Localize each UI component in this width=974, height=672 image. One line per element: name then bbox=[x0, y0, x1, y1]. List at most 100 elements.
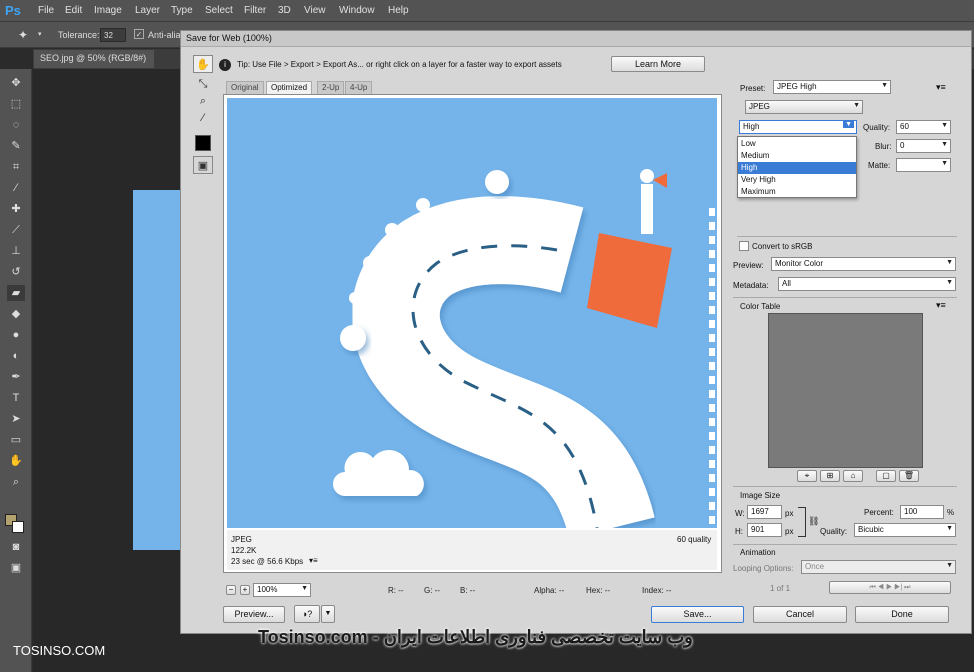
map-color-icon[interactable]: ⌖ bbox=[797, 470, 817, 482]
canvas-image-edge bbox=[133, 190, 183, 550]
format-select[interactable]: JPEG ▼ bbox=[745, 100, 863, 114]
menu-filter[interactable]: Filter bbox=[244, 5, 266, 16]
magic-wand-icon[interactable]: ✦ bbox=[18, 28, 28, 42]
divider bbox=[733, 486, 957, 487]
zoom-icon[interactable]: ⌕ bbox=[193, 92, 213, 110]
done-button[interactable]: Done bbox=[855, 606, 949, 623]
resample-select[interactable]: Bicubic ▼ bbox=[854, 523, 956, 537]
menu-type[interactable]: Type bbox=[171, 5, 193, 16]
eraser-tool-icon[interactable]: ▰ bbox=[7, 285, 25, 301]
document-tab[interactable]: SEO.jpg @ 50% (RGB/8#) bbox=[34, 50, 154, 68]
menu-layer[interactable]: Layer bbox=[135, 5, 160, 16]
toggle-slices-icon[interactable]: ▣ bbox=[193, 156, 213, 174]
preset-menu-icon[interactable]: ▾≡ bbox=[936, 82, 946, 93]
menu-3d[interactable]: 3D bbox=[278, 5, 291, 16]
lasso-tool-icon[interactable]: ◌ bbox=[7, 117, 25, 133]
preset-select[interactable]: JPEG High ▼ bbox=[773, 80, 891, 94]
blur-tool-icon[interactable]: ● bbox=[7, 327, 25, 343]
save-button[interactable]: Save... bbox=[651, 606, 744, 623]
path-select-icon[interactable]: ➤ bbox=[7, 411, 25, 427]
screen-mode-icon[interactable]: ▣ bbox=[7, 560, 25, 576]
eyedropper-icon[interactable]: ⁄ bbox=[193, 109, 213, 127]
browser-dropdown-icon[interactable]: ▼ bbox=[321, 605, 335, 623]
shape-tool-icon[interactable]: ▭ bbox=[7, 432, 25, 448]
move-tool-icon[interactable]: ✥ bbox=[7, 75, 25, 91]
healing-tool-icon[interactable]: ✚ bbox=[7, 201, 25, 217]
quick-select-tool-icon[interactable]: ✎ bbox=[7, 138, 25, 154]
hand-tool-icon[interactable]: ✋ bbox=[7, 453, 25, 469]
hand-icon[interactable]: ✋ bbox=[193, 55, 213, 73]
menu-window[interactable]: Window bbox=[339, 5, 375, 16]
preview-label: Preview: bbox=[733, 261, 764, 270]
info-quality: 60 quality bbox=[677, 535, 712, 544]
type-tool-icon[interactable]: T bbox=[7, 390, 25, 406]
metadata-select[interactable]: All ▼ bbox=[778, 277, 956, 291]
color-table-menu-icon[interactable]: ▾≡ bbox=[936, 300, 946, 311]
stamp-tool-icon[interactable]: ⊥ bbox=[7, 243, 25, 259]
history-brush-icon[interactable]: ↺ bbox=[7, 264, 25, 280]
cancel-button[interactable]: Cancel bbox=[753, 606, 847, 623]
readout-g: G: -- bbox=[424, 586, 440, 595]
matte-select[interactable]: ▼ bbox=[896, 158, 951, 172]
tab-4up[interactable]: 4-Up bbox=[345, 81, 373, 95]
brush-tool-icon[interactable]: ⟋ bbox=[7, 222, 25, 238]
antialias-checkbox[interactable]: ✓ bbox=[134, 29, 144, 39]
divider bbox=[737, 236, 957, 237]
lock-color-icon[interactable]: ⌂ bbox=[843, 470, 863, 482]
quality-input[interactable]: 60 ▼ bbox=[896, 120, 951, 134]
tab-original[interactable]: Original bbox=[226, 81, 264, 95]
background-color-swatch[interactable] bbox=[12, 521, 24, 533]
menu-help[interactable]: Help bbox=[388, 5, 409, 16]
dropdown-option-high[interactable]: High bbox=[738, 162, 856, 174]
preview-color-select[interactable]: Monitor Color ▼ bbox=[771, 257, 956, 271]
convert-srgb-checkbox[interactable] bbox=[739, 241, 749, 251]
tab-2up[interactable]: 2-Up bbox=[317, 81, 345, 95]
crop-tool-icon[interactable]: ⌗ bbox=[7, 159, 25, 175]
optimized-preview-image[interactable] bbox=[227, 98, 717, 528]
menu-edit[interactable]: Edit bbox=[65, 5, 82, 16]
tolerance-input[interactable]: 32 bbox=[100, 28, 126, 42]
zoom-tool-icon[interactable]: ⌕ bbox=[7, 474, 25, 490]
dropdown-option-maximum[interactable]: Maximum bbox=[738, 186, 856, 198]
new-color-icon[interactable]: ▢ bbox=[876, 470, 896, 482]
eyedropper-tool-icon[interactable]: ⁄ bbox=[7, 180, 25, 196]
pen-tool-icon[interactable]: ✒ bbox=[7, 369, 25, 385]
info-menu-icon[interactable]: ▾≡ bbox=[309, 556, 318, 565]
tab-optimized[interactable]: Optimized bbox=[266, 81, 313, 95]
zoom-in-button[interactable]: + bbox=[240, 585, 250, 595]
height-input[interactable]: 901 bbox=[747, 523, 782, 537]
blur-input[interactable]: 0 ▼ bbox=[896, 139, 951, 153]
eyedropper-color-swatch[interactable] bbox=[195, 135, 211, 151]
trash-icon[interactable]: 🗑 bbox=[899, 470, 919, 482]
menu-select[interactable]: Select bbox=[205, 5, 233, 16]
percent-input[interactable]: 100 bbox=[900, 505, 944, 519]
dodge-tool-icon[interactable]: ◐ bbox=[7, 348, 25, 364]
quick-mask-icon[interactable]: ◙ bbox=[7, 539, 25, 555]
preview-button[interactable]: Preview... bbox=[223, 606, 285, 623]
info-icon: i bbox=[219, 59, 231, 71]
paint-bucket-icon[interactable]: ◆ bbox=[7, 306, 25, 322]
help-icon[interactable]: ◑? bbox=[294, 605, 320, 623]
menu-view[interactable]: View bbox=[304, 5, 326, 16]
width-input[interactable]: 1697 bbox=[747, 505, 782, 519]
marquee-tool-icon[interactable]: ⬚ bbox=[7, 96, 25, 112]
zoom-out-button[interactable]: − bbox=[226, 585, 236, 595]
link-icon[interactable]: ⛓ bbox=[808, 516, 819, 527]
dropdown-option-low[interactable]: Low bbox=[738, 138, 856, 150]
dropdown-option-medium[interactable]: Medium bbox=[738, 150, 856, 162]
shift-web-icon[interactable]: ⊞ bbox=[820, 470, 840, 482]
ball bbox=[485, 170, 509, 194]
menu-image[interactable]: Image bbox=[94, 5, 122, 16]
dropdown-option-very-high[interactable]: Very High bbox=[738, 174, 856, 186]
chevron-down-icon[interactable]: ▾ bbox=[38, 30, 42, 38]
quality-mode-select[interactable]: High ▼ bbox=[739, 120, 857, 134]
divider bbox=[733, 297, 957, 298]
learn-more-button[interactable]: Learn More bbox=[611, 56, 705, 72]
looping-select[interactable]: Once ▼ bbox=[801, 560, 956, 574]
color-table-grid[interactable] bbox=[768, 313, 923, 468]
slice-select-icon[interactable]: ⤡ bbox=[193, 75, 213, 93]
constrain-bracket bbox=[798, 507, 806, 537]
menu-file[interactable]: File bbox=[38, 5, 54, 16]
animation-controls[interactable]: ⏮ ◀ ▶ ▶| ⏭ bbox=[829, 581, 951, 594]
zoom-select[interactable]: 100% ▼ bbox=[253, 583, 311, 597]
